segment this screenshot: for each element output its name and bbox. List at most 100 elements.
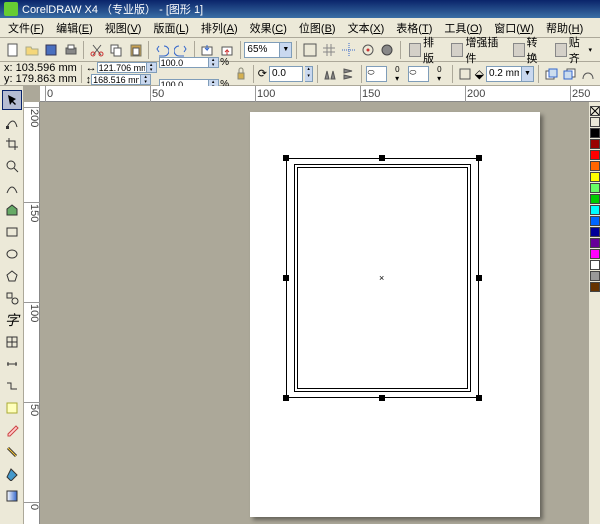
handle-sw[interactable] xyxy=(283,395,289,401)
menu-arrange[interactable]: 排列(A) xyxy=(195,18,244,38)
rectangle-tool[interactable] xyxy=(2,222,22,242)
corner-style-1[interactable]: ⬭ xyxy=(366,66,388,82)
open-icon[interactable] xyxy=(23,40,40,60)
grid-icon[interactable] xyxy=(321,40,338,60)
swatch[interactable] xyxy=(590,271,600,281)
paste-icon[interactable] xyxy=(127,40,144,60)
outline-width[interactable]: ⬙ ▼ xyxy=(475,66,534,82)
handle-w[interactable] xyxy=(283,275,289,281)
rotation-input[interactable] xyxy=(269,66,303,82)
handle-ne[interactable] xyxy=(476,155,482,161)
crop-tool[interactable] xyxy=(2,134,22,154)
swatch[interactable] xyxy=(590,128,600,138)
workspace: 字 0 50 100 150 200 250 0 50 100 150 200 xyxy=(0,86,600,524)
corner-2-spin[interactable]: 0▾ xyxy=(431,64,447,84)
swatch[interactable] xyxy=(590,161,600,171)
eyedropper-tool[interactable] xyxy=(2,420,22,440)
drawing-canvas[interactable]: × xyxy=(40,102,588,524)
menu-file[interactable]: 文件(F) xyxy=(2,18,50,38)
menu-effects[interactable]: 效果(C) xyxy=(244,18,293,38)
text-tool[interactable]: 字 xyxy=(2,310,22,330)
menu-bitmap[interactable]: 位图(B) xyxy=(293,18,342,38)
center-marker[interactable]: × xyxy=(379,273,384,283)
freehand-tool[interactable] xyxy=(2,178,22,198)
wrap-text-icon[interactable] xyxy=(456,64,472,84)
dimension-tool[interactable] xyxy=(2,354,22,374)
app-icon xyxy=(4,2,18,16)
swatch[interactable] xyxy=(590,227,600,237)
options-icon[interactable] xyxy=(379,40,396,60)
menu-layout[interactable]: 版面(L) xyxy=(147,18,194,38)
swatch[interactable] xyxy=(590,216,600,226)
swatch[interactable] xyxy=(590,150,600,160)
mirror-h-icon[interactable] xyxy=(322,64,338,84)
handle-s[interactable] xyxy=(379,395,385,401)
zoom-tool[interactable] xyxy=(2,156,22,176)
fullscreen-icon[interactable] xyxy=(301,40,318,60)
chevron-down-icon[interactable]: ▼ xyxy=(522,66,534,82)
connector-tool[interactable] xyxy=(2,376,22,396)
cut-icon[interactable] xyxy=(88,40,105,60)
swatch[interactable] xyxy=(590,260,600,270)
swatch[interactable] xyxy=(590,205,600,215)
swatch[interactable] xyxy=(590,249,600,259)
size-fields[interactable]: ↔▴▾ ↕▴▾ xyxy=(86,62,157,86)
chevron-down-icon[interactable]: ▼ xyxy=(280,42,292,58)
height-input[interactable] xyxy=(91,74,141,85)
swatch[interactable] xyxy=(590,238,600,248)
handle-se[interactable] xyxy=(476,395,482,401)
typeset-icon xyxy=(409,43,421,57)
width-input[interactable] xyxy=(97,62,147,73)
swatch[interactable] xyxy=(590,117,600,127)
smart-fill-tool[interactable] xyxy=(2,200,22,220)
print-icon[interactable] xyxy=(62,40,79,60)
handle-n[interactable] xyxy=(379,155,385,161)
vertical-ruler[interactable]: 0 50 100 150 200 xyxy=(24,102,40,524)
corner-style-2[interactable]: ⬭ xyxy=(408,66,430,82)
to-back-icon[interactable] xyxy=(561,64,577,84)
convert-curves-icon[interactable] xyxy=(580,64,596,84)
typeset-button[interactable]: 排版 xyxy=(405,41,445,59)
canvas-area: 0 50 100 150 200 250 0 50 100 150 200 xyxy=(24,86,600,524)
swatch[interactable] xyxy=(590,172,600,182)
mirror-v-icon[interactable] xyxy=(340,64,356,84)
handle-nw[interactable] xyxy=(283,155,289,161)
copy-icon[interactable] xyxy=(108,40,125,60)
handle-e[interactable] xyxy=(476,275,482,281)
corner-1-spin[interactable]: 0▾ xyxy=(389,64,405,84)
fill-tool[interactable] xyxy=(2,464,22,484)
enhance-button[interactable]: 增强插件 xyxy=(447,41,506,59)
menu-edit[interactable]: 编辑(E) xyxy=(50,18,99,38)
pick-tool[interactable] xyxy=(2,90,22,110)
scalex-input[interactable] xyxy=(159,57,209,68)
swatch[interactable] xyxy=(590,194,600,204)
new-icon[interactable] xyxy=(4,40,21,60)
horizontal-ruler[interactable]: 0 50 100 150 200 250 xyxy=(40,86,600,102)
to-front-icon[interactable] xyxy=(543,64,559,84)
polygon-tool[interactable] xyxy=(2,266,22,286)
basic-shapes-tool[interactable] xyxy=(2,288,22,308)
ellipse-tool[interactable] xyxy=(2,244,22,264)
menu-view[interactable]: 视图(V) xyxy=(99,18,148,38)
zoom-input[interactable] xyxy=(244,42,280,58)
menu-text[interactable]: 文本(X) xyxy=(342,18,391,38)
snapto-button[interactable]: 贴齐▾ xyxy=(551,41,596,59)
table-tool[interactable] xyxy=(2,332,22,352)
guides-icon[interactable] xyxy=(340,40,357,60)
interactive-fill-tool[interactable] xyxy=(2,486,22,506)
lock-ratio-icon[interactable] xyxy=(233,64,249,84)
swatch[interactable] xyxy=(590,183,600,193)
outline-input[interactable] xyxy=(486,66,522,82)
save-icon[interactable] xyxy=(43,40,60,60)
swatch[interactable] xyxy=(590,282,600,292)
zoom-combo[interactable]: ▼ xyxy=(244,42,292,58)
shape-tool[interactable] xyxy=(2,112,22,132)
snap-icon[interactable] xyxy=(359,40,376,60)
interactive-tool[interactable] xyxy=(2,398,22,418)
separator xyxy=(400,41,401,59)
swatch[interactable] xyxy=(590,139,600,149)
convert-button[interactable]: 转换 xyxy=(509,41,549,59)
selected-object[interactable]: × xyxy=(286,158,479,398)
swatch[interactable] xyxy=(590,106,600,116)
outline-tool[interactable] xyxy=(2,442,22,462)
